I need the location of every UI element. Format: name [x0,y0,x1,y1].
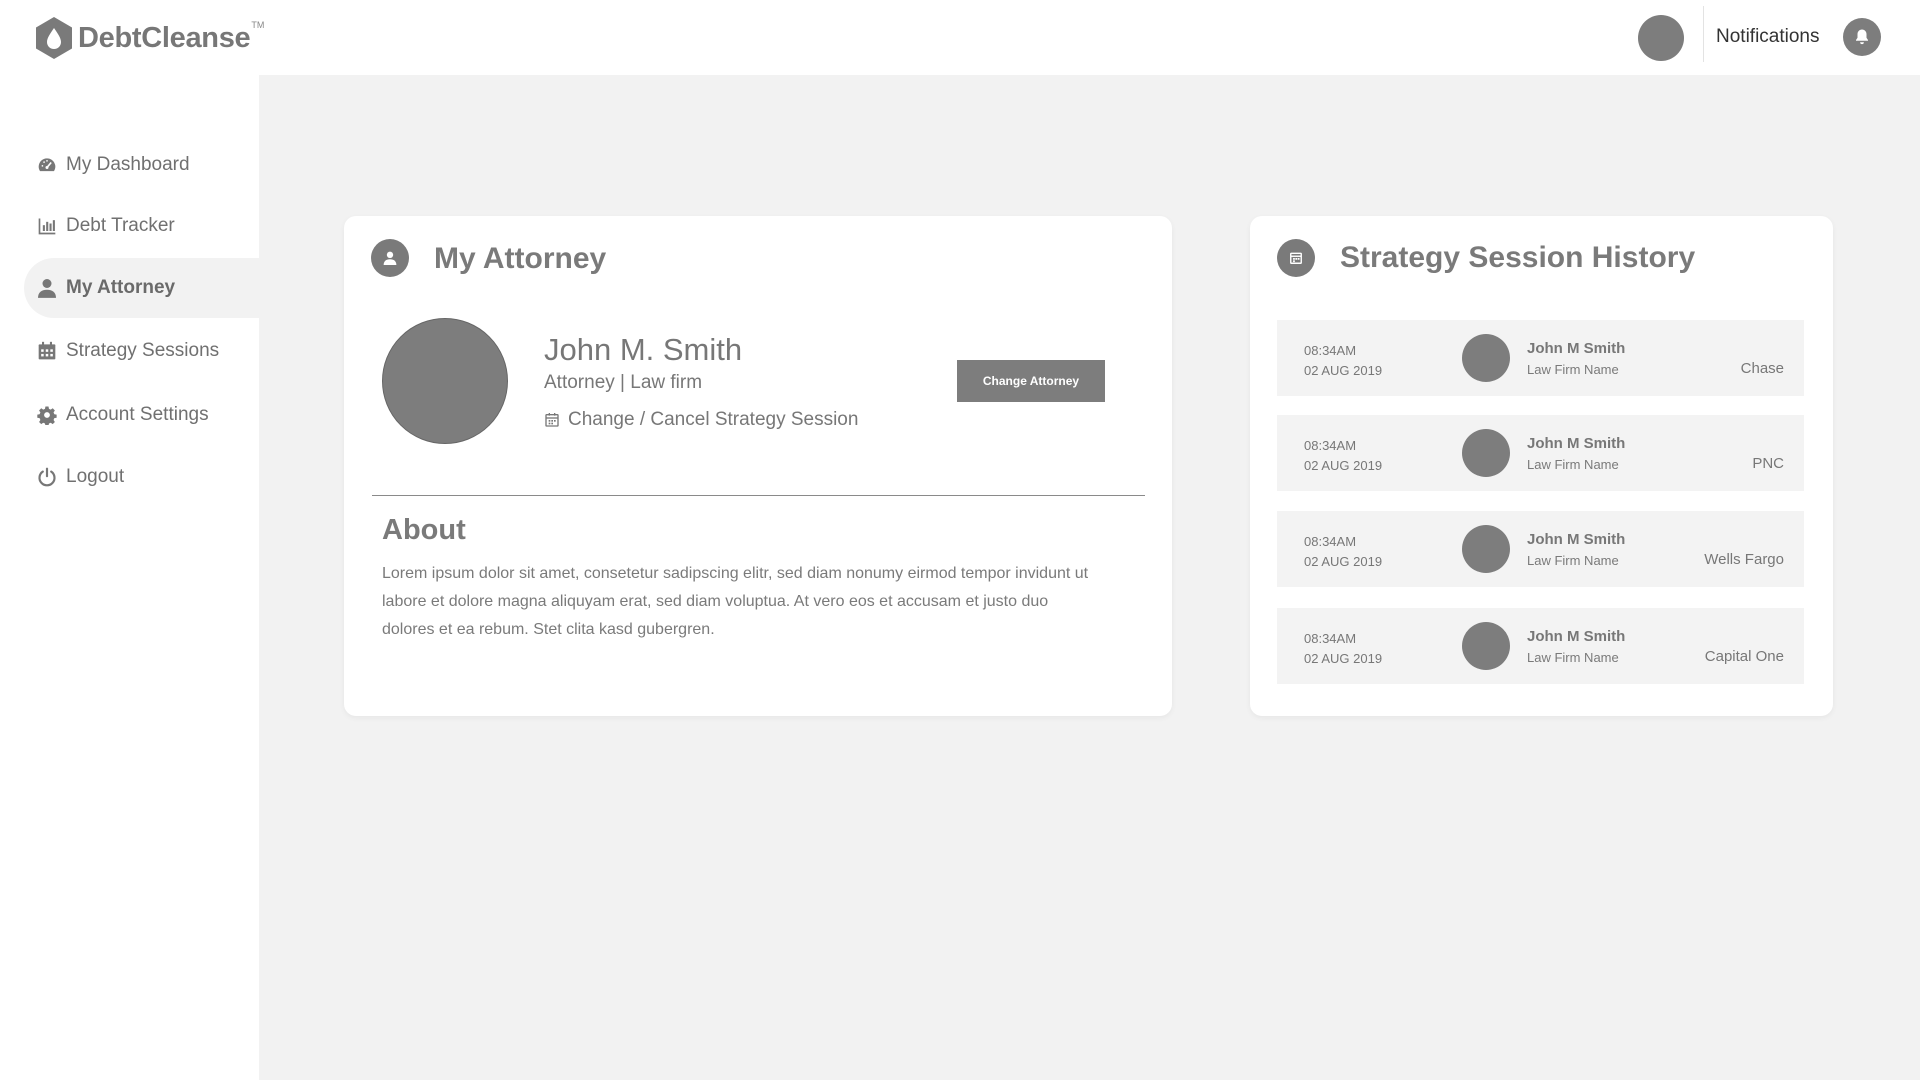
calendar-icon [1277,239,1315,277]
brand-name: DebtCleanse [78,21,251,54]
attorney-name: John M Smith [1527,340,1626,357]
section-divider [372,495,1145,496]
session-time: 08:34AM [1304,438,1357,453]
notifications-label[interactable]: Notifications [1716,26,1820,48]
session-link-label: Change / Cancel Strategy Session [568,409,859,430]
sidebar: My Dashboard Debt Tracker My Attorney St… [0,75,259,1080]
topbar-divider [1703,6,1704,62]
creditor-name: Capital One [1704,648,1784,665]
brand-trademark: TM [251,20,265,30]
law-firm-name: Law Firm Name [1527,553,1619,568]
session-date: 02 AUG 2019 [1304,363,1383,378]
attorney-avatar [1462,429,1510,477]
creditor-name: Chase [1740,360,1784,377]
law-firm-name: Law Firm Name [1527,362,1619,377]
history-row[interactable]: 08:34AM 02 AUG 2019 John M Smith Law Fir… [1277,511,1804,587]
calendar-icon [544,412,560,428]
card-title: Strategy Session History [1340,241,1696,274]
brand-logo[interactable]: DebtCleanse TM [34,16,264,60]
sidebar-item-debt-tracker[interactable]: Debt Tracker [24,196,259,256]
user-avatar[interactable] [1638,15,1684,61]
gear-icon [36,404,58,426]
sidebar-item-label: Account Settings [66,404,209,425]
attorney-name: John M Smith [1527,628,1626,645]
calendar-icon [36,340,58,362]
sidebar-item-label: My Attorney [66,277,176,298]
session-date: 02 AUG 2019 [1304,651,1383,666]
sidebar-item-label: My Dashboard [66,154,190,175]
sidebar-item-label: Debt Tracker [66,215,175,236]
card-title: My Attorney [434,242,607,275]
session-time: 08:34AM [1304,534,1357,549]
history-row[interactable]: 08:34AM 02 AUG 2019 John M Smith Law Fir… [1277,320,1804,396]
sidebar-item-strategy-sessions[interactable]: Strategy Sessions [24,321,259,381]
law-firm-name: Law Firm Name [1527,650,1619,665]
sidebar-item-my-attorney[interactable]: My Attorney [24,258,259,318]
attorney-avatar [382,318,508,444]
dashboard-icon [36,154,58,176]
attorney-role: Attorney | Law firm [544,372,703,393]
session-time: 08:34AM [1304,343,1357,358]
law-firm-name: Law Firm Name [1527,457,1619,472]
top-bar: DebtCleanse TM Notifications [0,0,1920,75]
power-icon [36,466,58,488]
session-time: 08:34AM [1304,631,1357,646]
user-icon [371,239,409,277]
attorney-name: John M Smith [1527,435,1626,452]
change-cancel-session-link[interactable]: Change / Cancel Strategy Session [544,409,858,431]
about-heading: About [382,514,466,546]
sidebar-item-label: Strategy Sessions [66,340,220,361]
session-datetime: 08:34AM 02 AUG 2019 [1304,436,1382,476]
attorney-avatar [1462,334,1510,382]
session-date: 02 AUG 2019 [1304,458,1383,473]
strategy-session-history-card: Strategy Session History 08:34AM 02 AUG … [1250,216,1833,716]
bell-icon [1856,29,1868,45]
attorney-name: John M. Smith [544,332,743,367]
bar-chart-icon [36,215,58,237]
history-row[interactable]: 08:34AM 02 AUG 2019 John M Smith Law Fir… [1277,415,1804,491]
sidebar-item-logout[interactable]: Logout [24,447,259,507]
logo-drop-icon [36,17,72,59]
change-attorney-button[interactable]: Change Attorney [957,360,1105,402]
creditor-name: PNC [1752,455,1784,472]
session-datetime: 08:34AM 02 AUG 2019 [1304,341,1382,381]
sidebar-item-label: Logout [66,466,125,487]
session-datetime: 08:34AM 02 AUG 2019 [1304,629,1382,669]
session-datetime: 08:34AM 02 AUG 2019 [1304,532,1382,572]
notifications-button[interactable] [1843,18,1881,56]
attorney-avatar [1462,525,1510,573]
sidebar-item-account-settings[interactable]: Account Settings [24,385,259,445]
sidebar-item-dashboard[interactable]: My Dashboard [24,135,259,195]
attorney-avatar [1462,622,1510,670]
user-icon [36,277,58,299]
creditor-name: Wells Fargo [1704,551,1784,568]
history-row[interactable]: 08:34AM 02 AUG 2019 John M Smith Law Fir… [1277,608,1804,684]
about-text: Lorem ipsum dolor sit amet, consetetur s… [382,565,1089,638]
my-attorney-card: My Attorney John M. Smith Attorney | Law… [344,216,1172,716]
attorney-name: John M Smith [1527,531,1626,548]
session-date: 02 AUG 2019 [1304,554,1383,569]
